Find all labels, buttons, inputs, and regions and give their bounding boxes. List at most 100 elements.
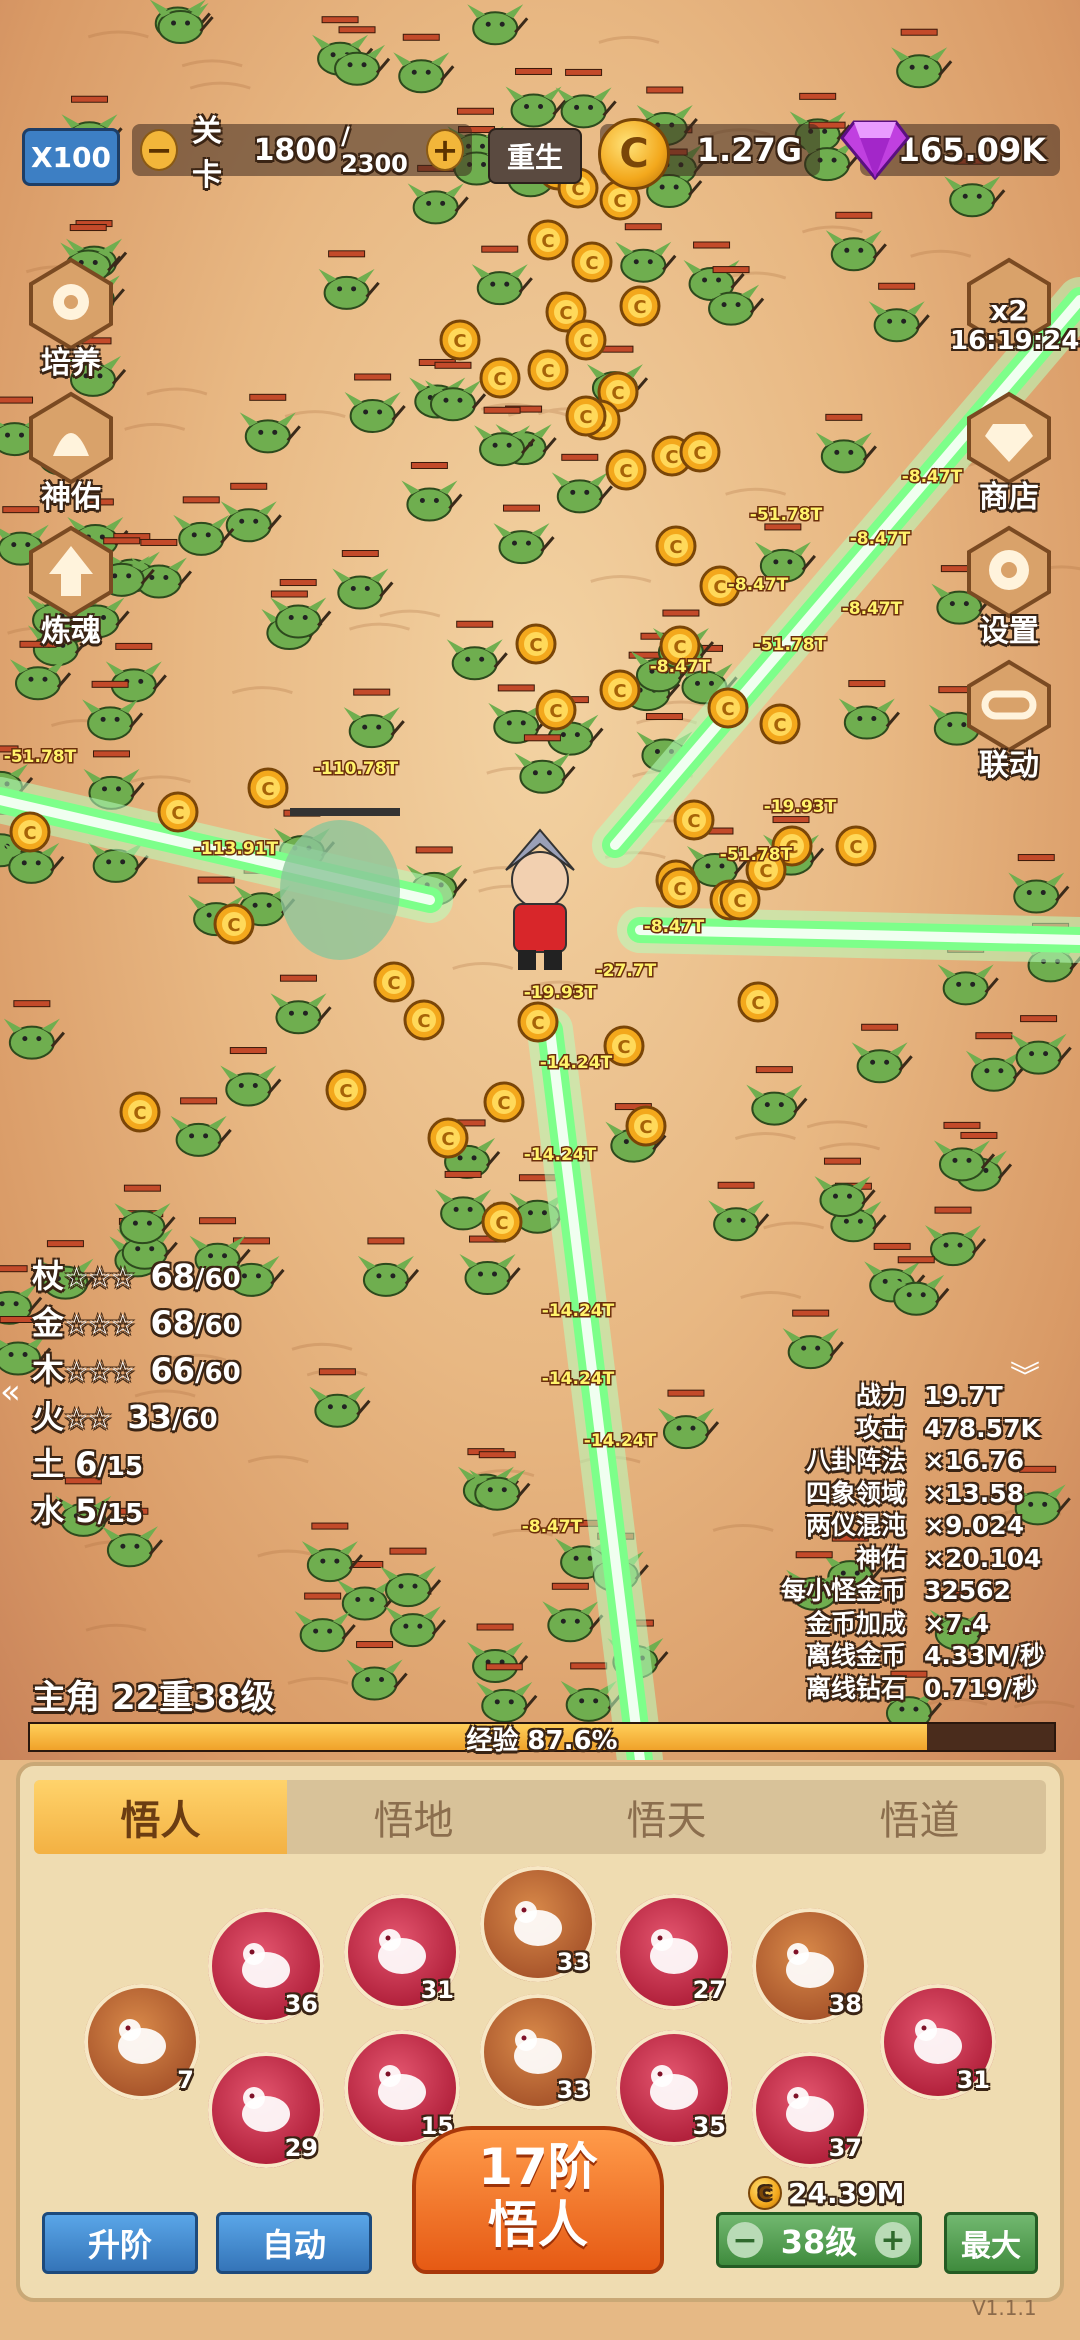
collapse-left-chevron-icon[interactable]: « <box>0 1372 21 1412</box>
tab-wuren[interactable]: 悟人 <box>34 1780 287 1854</box>
upgrade-rank-label: 升阶 <box>87 2226 152 2264</box>
version-label: V1.1.1 <box>972 2296 1037 2320</box>
settings-button[interactable]: 设置 <box>954 524 1064 650</box>
element-name: 杖 <box>32 1257 65 1295</box>
cost-value: 24.39M <box>788 2176 905 2210</box>
svg-text:C: C <box>665 447 678 468</box>
zodiac-dog[interactable]: 35 <box>616 2030 732 2146</box>
damage-number: -8.47T <box>650 657 711 677</box>
goblin-enemy <box>471 245 533 306</box>
svg-text:C: C <box>541 231 554 252</box>
auto-button[interactable]: 自动 <box>216 2212 372 2274</box>
svg-text:C: C <box>721 699 734 720</box>
gold-coin: C <box>119 1091 161 1133</box>
gold-coin: C <box>679 431 721 473</box>
stat-label: 离线钻石 <box>805 1673 906 1703</box>
stat-row: 两仪混沌 ×9.024 <box>781 1510 1054 1543</box>
svg-text:C: C <box>441 1129 454 1150</box>
goblin-enemy <box>505 67 567 128</box>
goblin-enemy <box>815 413 877 474</box>
soul-refine-button[interactable]: 炼魂 <box>16 524 126 650</box>
element-name: 水 <box>32 1492 65 1530</box>
stat-row: 离线钻石 0.719/秒 <box>781 1673 1054 1706</box>
hero-level: 主角 22重38级 <box>32 1678 275 1718</box>
damage-number: -51.78T <box>754 635 827 655</box>
stat-row: 八卦阵法 ×16.76 <box>781 1445 1054 1478</box>
goblin-enemy <box>105 642 167 703</box>
zodiac-snake[interactable]: 38 <box>752 1908 868 2024</box>
gold-value: 1.27G <box>696 131 802 169</box>
element-row: 土 6/15 <box>32 1442 241 1489</box>
stat-row: 每小怪金币 32562 <box>781 1575 1054 1608</box>
goblin-enemy <box>380 1547 442 1608</box>
damage-number: -14.24T <box>584 1431 657 1451</box>
element-row: 杖☆☆☆ 68/60 <box>32 1254 241 1301</box>
gold-coin: C <box>373 961 415 1003</box>
coin-icon: C <box>748 2176 782 2210</box>
cultivate-button[interactable]: 培养 <box>16 256 126 382</box>
gold-coin: C <box>673 799 715 841</box>
level-plus-button[interactable]: + <box>874 2222 911 2258</box>
stat-label: 离线金币 <box>805 1641 906 1670</box>
upgrade-rank-button[interactable]: 升阶 <box>42 2212 198 2274</box>
level-minus-button[interactable]: − <box>727 2222 763 2258</box>
enlighten-main-button[interactable]: 17阶 悟人 <box>412 2126 664 2274</box>
svg-text:C: C <box>549 701 562 722</box>
blessing-button[interactable]: 神佑 <box>16 390 126 516</box>
zodiac-dragon-head[interactable]: 33 <box>480 1866 596 1982</box>
stage-plus-button[interactable]: + <box>426 129 464 171</box>
stage-minus-button[interactable]: − <box>140 129 178 171</box>
stats-panel: 战力 19.7T 攻击 478.57K 八卦阵法 ×16.76 四象领域 ×13.58 两仪混沌… <box>781 1380 1054 1705</box>
damage-number: -51.78T <box>720 845 793 865</box>
zodiac-rabbit[interactable]: 29 <box>208 2052 324 2168</box>
link-button[interactable]: 联动 <box>954 658 1064 784</box>
multiplier-label: X100 <box>30 140 112 174</box>
stat-value: 19.7T <box>924 1381 1003 1410</box>
svg-text:C: C <box>669 537 682 558</box>
zodiac-dragon[interactable]: 27 <box>616 1894 732 2010</box>
zodiac-rooster[interactable]: 33 <box>480 1994 596 2110</box>
rebirth-button[interactable]: 重生 <box>488 128 582 184</box>
shop-button[interactable]: 商店 <box>954 390 1064 516</box>
element-stars: ☆☆☆ <box>64 1261 135 1294</box>
element-stars: ☆☆☆ <box>64 1308 135 1341</box>
stat-label: 四象领域 <box>805 1478 906 1508</box>
stat-value: 32562 <box>924 1576 1011 1605</box>
goblin-enemy <box>344 373 406 433</box>
damage-number: -14.24T <box>540 1053 613 1073</box>
zodiac-monkey[interactable]: 15 <box>344 2030 460 2146</box>
hero-character <box>505 828 575 970</box>
goblin-enemy <box>708 1181 770 1242</box>
max-level-button[interactable]: 最大 <box>944 2212 1038 2274</box>
gold-coin: C <box>515 623 557 665</box>
zodiac-rat[interactable]: 7 <box>84 1984 200 2100</box>
speed-multiplier-button[interactable]: X100 <box>22 128 120 186</box>
element-max: /60 <box>171 1405 218 1435</box>
zodiac-pig[interactable]: 37 <box>752 2052 868 2168</box>
gold-coin: C <box>835 825 877 867</box>
tab-wudao[interactable]: 悟道 <box>793 1780 1046 1854</box>
goblin-enemy <box>891 28 953 89</box>
goblin-enemy <box>615 223 677 283</box>
gold-coin: C <box>737 981 779 1023</box>
gold-coin: C <box>655 525 697 567</box>
gold-coin: C <box>481 1201 523 1243</box>
stat-row: 神佑 ×20.104 <box>781 1543 1054 1576</box>
tab-wudi[interactable]: 悟地 <box>287 1780 540 1854</box>
svg-text:C: C <box>339 1081 352 1102</box>
svg-text:C: C <box>171 803 184 824</box>
damage-number: -14.24T <box>524 1145 597 1165</box>
gold-coin: C <box>403 999 445 1041</box>
goblin-enemy <box>239 393 301 454</box>
zodiac-horse[interactable]: 31 <box>880 1984 996 2100</box>
goblin-enemy <box>343 688 405 749</box>
damage-number: -8.47T <box>644 917 705 937</box>
tab-wutian[interactable]: 悟天 <box>540 1780 793 1854</box>
zodiac-ox[interactable]: 36 <box>208 1908 324 2024</box>
gold-coin: C <box>535 689 577 731</box>
zodiac-tiger[interactable]: 31 <box>344 1894 460 2010</box>
goblin-enemy <box>657 1389 720 1450</box>
stat-label: 每小怪金币 <box>780 1576 906 1605</box>
gold-coin: C <box>659 867 701 909</box>
gold-coin: C <box>565 319 607 361</box>
